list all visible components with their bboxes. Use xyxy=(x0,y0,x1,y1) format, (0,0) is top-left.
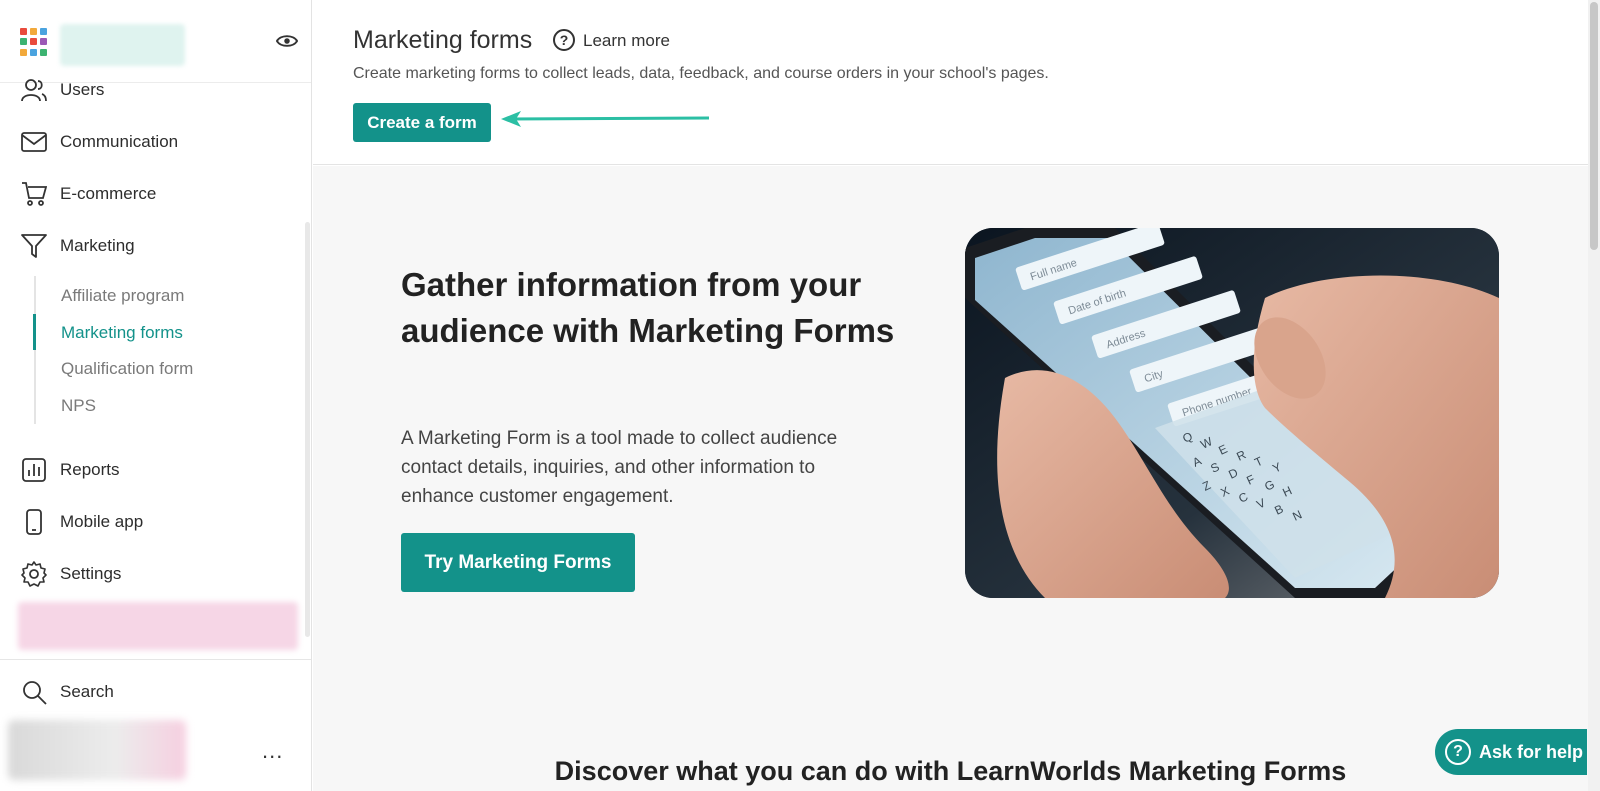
help-icon: ? xyxy=(1445,739,1471,765)
sidebar-item-marketing[interactable]: Marketing xyxy=(0,224,305,268)
sidebar-item-users[interactable]: Users xyxy=(0,68,305,112)
app-grid-square xyxy=(40,48,47,56)
sidebar-scrollbar[interactable] xyxy=(305,222,310,637)
page-header: Marketing forms ? Learn more Create mark… xyxy=(313,0,1588,165)
sidebar-subitem-nps[interactable]: NPS xyxy=(61,396,96,416)
school-logo[interactable] xyxy=(60,24,185,66)
sidebar-item-label: E-commerce xyxy=(60,184,157,203)
sidebar-subitem-affiliate-program[interactable]: Affiliate program xyxy=(61,286,184,306)
page-subtitle: Create marketing forms to collect leads,… xyxy=(353,65,1049,82)
phone-icon xyxy=(26,509,42,535)
cart-icon xyxy=(22,182,47,206)
sidebar-item-mobile-app[interactable]: Mobile app xyxy=(0,500,305,544)
learn-more-link[interactable]: Learn more xyxy=(583,31,670,51)
app-grid-square xyxy=(30,28,37,35)
sidebar-subitem-marketing-forms[interactable]: Marketing forms xyxy=(61,323,183,343)
sidebar-item-settings[interactable]: Settings xyxy=(0,552,305,596)
sidebar-item-reports[interactable]: Reports xyxy=(0,448,305,492)
sidebar: Users Communication E-commerce Marketing… xyxy=(0,0,312,791)
mail-icon xyxy=(21,132,47,152)
promo-banner[interactable] xyxy=(18,602,298,650)
more-options-icon[interactable]: ... xyxy=(262,738,283,764)
phone-photo: Full nameDate of birthAddressCityPhone n… xyxy=(965,228,1499,598)
hero-description: A Marketing Form is a tool made to colle… xyxy=(401,428,838,507)
ask-for-help-label: Ask for help xyxy=(1479,741,1584,762)
create-form-button[interactable]: Create a form xyxy=(353,103,491,142)
hero-image: Full name Date of birth Address City Phone n… xyxy=(965,228,1499,598)
sidebar-item-label: Marketing xyxy=(60,236,135,255)
search-icon xyxy=(23,681,47,705)
page-title: Marketing forms xyxy=(353,26,533,54)
scrollbar-thumb[interactable] xyxy=(1590,2,1598,250)
try-marketing-forms-button[interactable]: Try Marketing Forms xyxy=(401,533,635,592)
search-label: Search xyxy=(60,682,114,701)
bar-chart-icon xyxy=(22,458,46,482)
app-grid-square xyxy=(20,28,27,35)
help-circle-icon[interactable]: ? xyxy=(553,29,575,51)
app-grid-square xyxy=(20,48,27,56)
submenu-line xyxy=(34,276,36,424)
sidebar-item-search[interactable]: Search xyxy=(0,670,305,714)
app-grid-square xyxy=(20,38,27,46)
sidebar-item-label: Communication xyxy=(60,132,179,151)
sidebar-item-label: Settings xyxy=(60,564,122,583)
ask-for-help-button[interactable]: ? Ask for help xyxy=(1435,729,1587,775)
app-grid-square xyxy=(30,48,37,56)
divider xyxy=(0,659,311,660)
active-indicator xyxy=(33,314,36,350)
app-grid-icon[interactable] xyxy=(20,28,48,56)
sidebar-subitem-qualification-form[interactable]: Qualification form xyxy=(61,359,193,379)
app-grid-square xyxy=(40,38,47,46)
discover-heading: Discover what you can do with LearnWorld… xyxy=(554,756,1347,786)
user-profile[interactable] xyxy=(8,720,186,780)
gear-icon xyxy=(21,561,47,587)
hero-title: Gather information from your audience wi… xyxy=(401,266,895,349)
hero-section: Gather information from your audience wi… xyxy=(313,166,1588,791)
main-content: Marketing forms ? Learn more Create mark… xyxy=(313,0,1588,791)
app-grid-square xyxy=(40,28,47,35)
sidebar-item-ecommerce[interactable]: E-commerce xyxy=(0,172,305,216)
pointer-arrow-icon xyxy=(501,111,710,127)
funnel-icon xyxy=(21,234,47,258)
users-icon xyxy=(21,79,47,102)
app-grid-square xyxy=(30,38,37,46)
eye-icon[interactable] xyxy=(276,32,298,50)
sidebar-item-communication[interactable]: Communication xyxy=(0,120,305,164)
sidebar-item-label: Reports xyxy=(60,460,120,479)
sidebar-item-label: Mobile app xyxy=(60,512,144,531)
page-scrollbar[interactable] xyxy=(1588,0,1600,791)
sidebar-item-label: Users xyxy=(60,80,105,99)
